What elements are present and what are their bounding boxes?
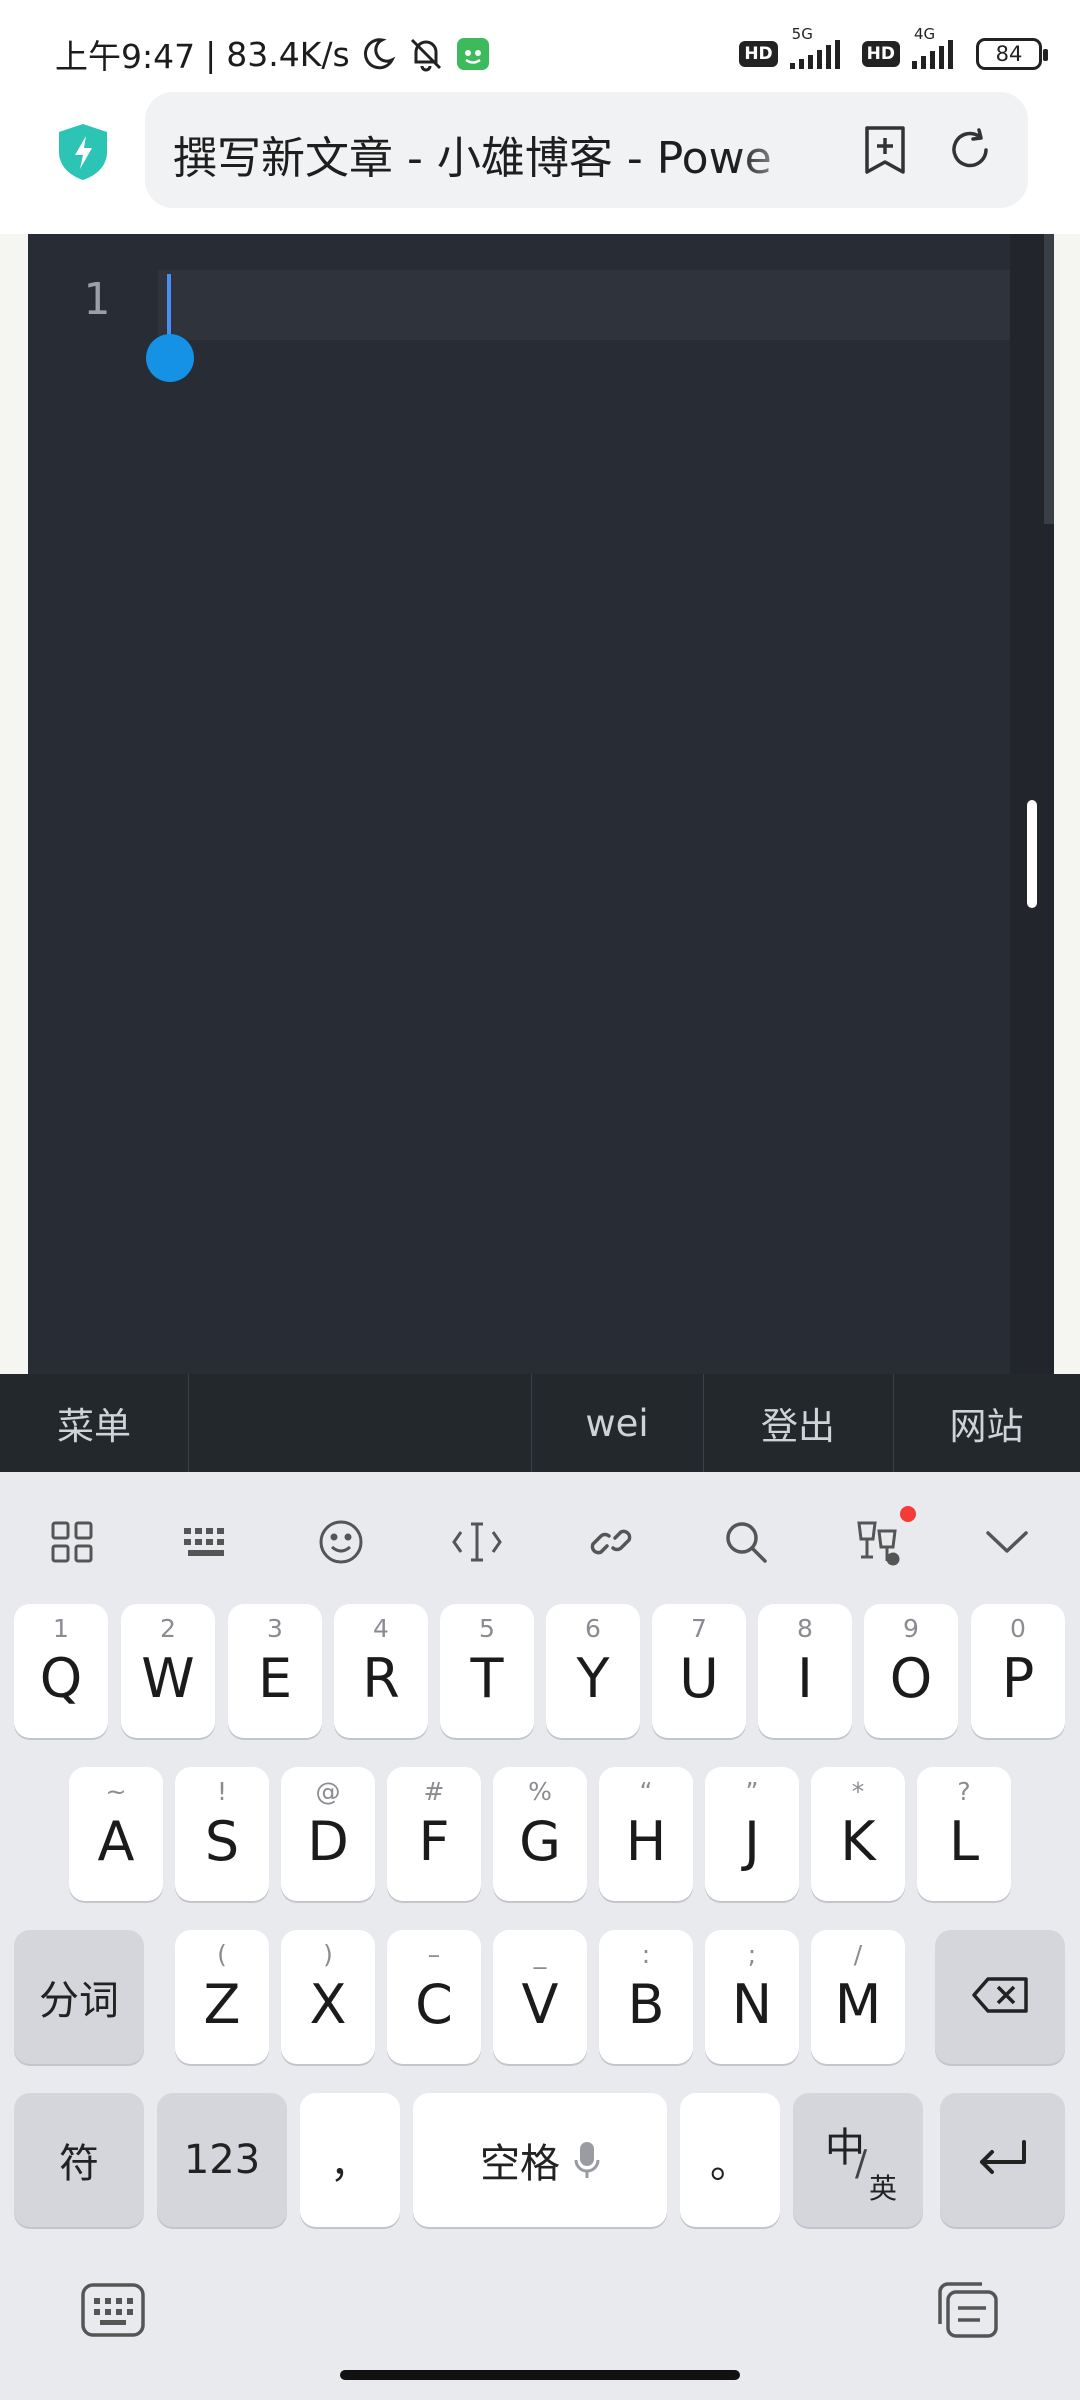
admin-divider: [188, 1374, 189, 1472]
key-v[interactable]: _ V: [493, 1930, 587, 2064]
clipboard-link-icon[interactable]: [581, 1512, 641, 1572]
battery-indicator: 84: [976, 38, 1048, 70]
keyboard-layout-icon[interactable]: [177, 1512, 237, 1572]
signal-5g-icon: 5G: [788, 25, 852, 71]
line-number: 1: [83, 274, 110, 325]
key-y[interactable]: 6Y: [546, 1604, 640, 1738]
key-u[interactable]: 7U: [652, 1604, 746, 1738]
key-p[interactable]: 0P: [971, 1604, 1065, 1738]
key-t[interactable]: 5T: [440, 1604, 534, 1738]
admin-menu-button[interactable]: 菜单: [0, 1374, 188, 1472]
chevron-down-icon[interactable]: [977, 1512, 1037, 1572]
key-g[interactable]: % G: [493, 1767, 587, 1901]
admin-logout-link[interactable]: 登出: [703, 1374, 893, 1472]
key-a[interactable]: ~ A: [69, 1767, 163, 1901]
admin-user-link[interactable]: wei: [531, 1374, 703, 1472]
moon-icon: [360, 36, 396, 72]
key-x[interactable]: ) X: [281, 1930, 375, 2064]
symbol-key[interactable]: 符: [14, 2093, 144, 2227]
page-scrollbar-thumb[interactable]: [1027, 800, 1037, 908]
key-b[interactable]: :B: [599, 1930, 693, 2064]
add-bookmark-icon[interactable]: [857, 122, 913, 178]
notification-dot: [900, 1506, 916, 1522]
signal-4g-icon: 4G: [910, 25, 966, 71]
microphone-icon: [574, 2140, 600, 2180]
grid-apps-icon[interactable]: [42, 1512, 102, 1572]
cursor-move-icon[interactable]: [447, 1512, 507, 1572]
period-key[interactable]: 。: [680, 2093, 780, 2227]
key-h[interactable]: “H: [599, 1767, 693, 1901]
space-key[interactable]: 空格: [413, 2093, 667, 2227]
keyboard-hide-icon[interactable]: [78, 2280, 148, 2340]
status-time: 上午9:47: [55, 37, 196, 76]
segment-key[interactable]: 分词: [14, 1930, 144, 2064]
refresh-icon[interactable]: [942, 122, 998, 178]
soft-keyboard: 1Q 2W 3E 4R 5T 6Y 7U 8I 9O 0P ~ A ! S @ D #…: [0, 1472, 1080, 2400]
network-speed: 83.4K/s: [226, 34, 350, 74]
key-r[interactable]: 4R: [334, 1604, 428, 1738]
key-e[interactable]: 3E: [228, 1604, 322, 1738]
hd-badge: HD: [739, 41, 778, 67]
clipboard-icon[interactable]: [932, 2280, 1002, 2340]
address-bar[interactable]: 撰写新文章 - 小雄博客 - Powe: [145, 92, 1028, 208]
enter-arrow-icon: [976, 2138, 1030, 2182]
key-f[interactable]: # F: [387, 1767, 481, 1901]
key-d[interactable]: @ D: [281, 1767, 375, 1901]
enter-key[interactable]: [940, 2093, 1065, 2227]
text-caret: [167, 274, 171, 338]
emoji-icon[interactable]: [311, 1512, 371, 1572]
language-switch-key[interactable]: 中 / 英: [793, 2093, 923, 2227]
key-m[interactable]: / M: [811, 1930, 905, 2064]
numeric-key[interactable]: 123: [157, 2093, 287, 2227]
mute-bell-icon: [406, 34, 446, 74]
status-bar: 上午9:47 | 83.4K/s HD 5G HD 4G 84: [0, 0, 1080, 92]
app-notification-icon: [456, 37, 490, 71]
key-c[interactable]: – C: [387, 1930, 481, 2064]
active-line-highlight: [158, 270, 1010, 340]
hd-badge-2: HD: [861, 41, 900, 67]
backspace-icon: [970, 1975, 1030, 2019]
key-o[interactable]: 9O: [864, 1604, 958, 1738]
key-q[interactable]: 1Q: [14, 1604, 108, 1738]
home-indicator[interactable]: [340, 2370, 740, 2380]
key-l[interactable]: ? L: [917, 1767, 1011, 1901]
admin-bar: 菜单 wei 登出 网站: [0, 1374, 1080, 1472]
backspace-key[interactable]: [935, 1930, 1065, 2064]
key-w[interactable]: 2W: [121, 1604, 215, 1738]
ai-toolbox-icon[interactable]: [848, 1506, 916, 1572]
key-s[interactable]: ! S: [175, 1767, 269, 1901]
browser-toolbar: 撰写新文章 - 小雄博客 - Powe: [0, 92, 1080, 234]
key-i[interactable]: 8I: [758, 1604, 852, 1738]
key-n[interactable]: ; N: [705, 1930, 799, 2064]
key-z[interactable]: (Z: [175, 1930, 269, 2064]
editor-scroll-indicator: [1044, 234, 1054, 524]
security-shield-icon[interactable]: [55, 122, 111, 182]
code-editor[interactable]: 1: [28, 234, 1054, 1374]
caret-drag-handle[interactable]: [146, 334, 194, 382]
key-k[interactable]: * K: [811, 1767, 905, 1901]
comma-key[interactable]: ，: [300, 2093, 400, 2227]
key-j[interactable]: ” J: [705, 1767, 799, 1901]
admin-site-link[interactable]: 网站: [893, 1374, 1080, 1472]
search-icon[interactable]: [716, 1512, 776, 1572]
page-title[interactable]: 撰写新文章 - 小雄博客 - Powe: [173, 122, 813, 178]
